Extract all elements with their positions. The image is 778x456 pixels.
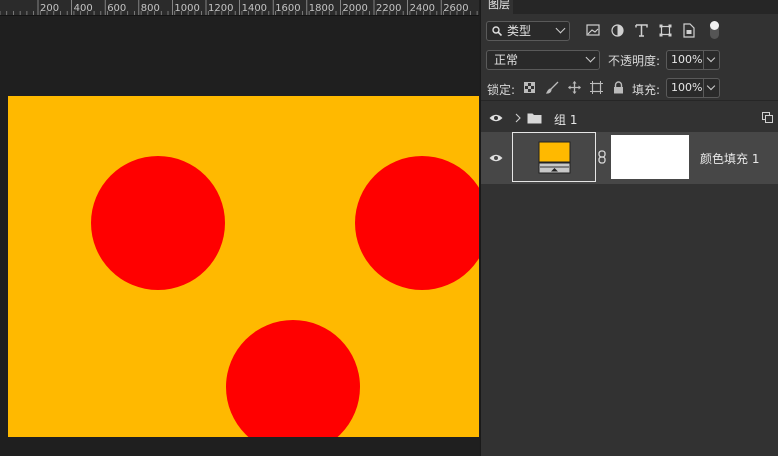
smart-object-filter-icon[interactable] [683, 23, 695, 38]
ruler-label: 1600 [275, 3, 300, 14]
ruler-label: 2400 [410, 3, 435, 14]
ruler-label: 600 [107, 3, 126, 14]
lock-fill-row: 锁定: 填充: 100% [481, 76, 778, 101]
tab-layers[interactable]: 图层 [481, 0, 513, 14]
chevron-down-icon [555, 23, 566, 34]
mask-link-icon[interactable] [598, 150, 606, 164]
chevron-right-icon[interactable] [515, 113, 521, 123]
ruler-label: 1200 [208, 3, 233, 14]
type-filter-icon[interactable] [635, 24, 648, 37]
ruler-label: 200 [40, 3, 59, 14]
chevron-down-icon [585, 52, 596, 63]
ruler-label: 1800 [309, 3, 334, 14]
ruler-label: 400 [74, 3, 93, 14]
ruler-label: 2000 [342, 3, 367, 14]
lock-all-icon[interactable] [613, 81, 624, 94]
ruler-ticks: 200 400 600 800 1000 1200 1400 1600 1800 2000 2200… [0, 0, 478, 15]
layer-row-group[interactable]: 组 1 [481, 104, 778, 132]
layers-panel: 图层 类型 正常 不透明度: 100% 锁定: 填充: 100% 组 1 颜色填… [480, 0, 778, 456]
shape-filter-icon[interactable] [659, 24, 672, 37]
layer-mask-thumbnail[interactable] [611, 135, 689, 179]
fill-dropdown-button[interactable] [704, 78, 720, 98]
opacity-input[interactable]: 100% [666, 50, 704, 70]
image-filter-icon[interactable] [586, 24, 600, 37]
eye-icon[interactable] [489, 113, 503, 123]
layer-row-color-fill[interactable]: 颜色填充 1 [481, 132, 778, 184]
lock-position-icon[interactable] [568, 81, 581, 94]
document-workspace[interactable] [0, 16, 479, 456]
eye-icon[interactable] [489, 153, 503, 163]
panel-tab-bar: 图层 [481, 0, 778, 14]
link-layers-icon[interactable] [762, 112, 773, 123]
fill-label: 填充: [632, 83, 661, 97]
search-icon [492, 26, 502, 36]
lock-image-pixels-icon[interactable] [546, 81, 559, 94]
filter-toggle-switch[interactable] [710, 21, 719, 39]
ruler-label: 2600 [443, 3, 468, 14]
fill-layer-thumbnail[interactable] [512, 132, 596, 182]
adjustment-filter-icon[interactable] [611, 24, 624, 37]
opacity-dropdown-button[interactable] [704, 50, 720, 70]
fill-thumbnail-graphic [538, 141, 571, 174]
ruler-label: 1000 [174, 3, 199, 14]
red-circle-bottom [226, 320, 360, 437]
lock-transparent-pixels-icon[interactable] [524, 82, 535, 93]
blend-opacity-row: 正常 不透明度: 100% [481, 48, 778, 72]
blend-mode-dropdown[interactable]: 正常 [486, 50, 600, 70]
ruler-label: 2200 [376, 3, 401, 14]
layer-filter-row: 类型 [481, 18, 778, 46]
opacity-label: 不透明度: [608, 54, 661, 68]
ruler-label: 1400 [242, 3, 267, 14]
lock-artboard-icon[interactable] [590, 81, 603, 94]
fill-input[interactable]: 100% [666, 78, 704, 98]
document-canvas[interactable] [0, 16, 479, 456]
layer-name: 颜色填充 1 [700, 152, 760, 166]
red-circle-left [91, 156, 225, 290]
layer-name: 组 1 [554, 113, 578, 127]
horizontal-ruler: 200 400 600 800 1000 1200 1400 1600 1800 2000 2200… [0, 0, 479, 16]
lock-label: 锁定: [487, 83, 516, 97]
ruler-label: 800 [141, 3, 160, 14]
filter-kind-label: 类型 [507, 24, 532, 38]
blend-mode-label: 正常 [494, 53, 519, 67]
filter-kind-dropdown[interactable]: 类型 [486, 21, 570, 41]
folder-icon [527, 113, 542, 124]
